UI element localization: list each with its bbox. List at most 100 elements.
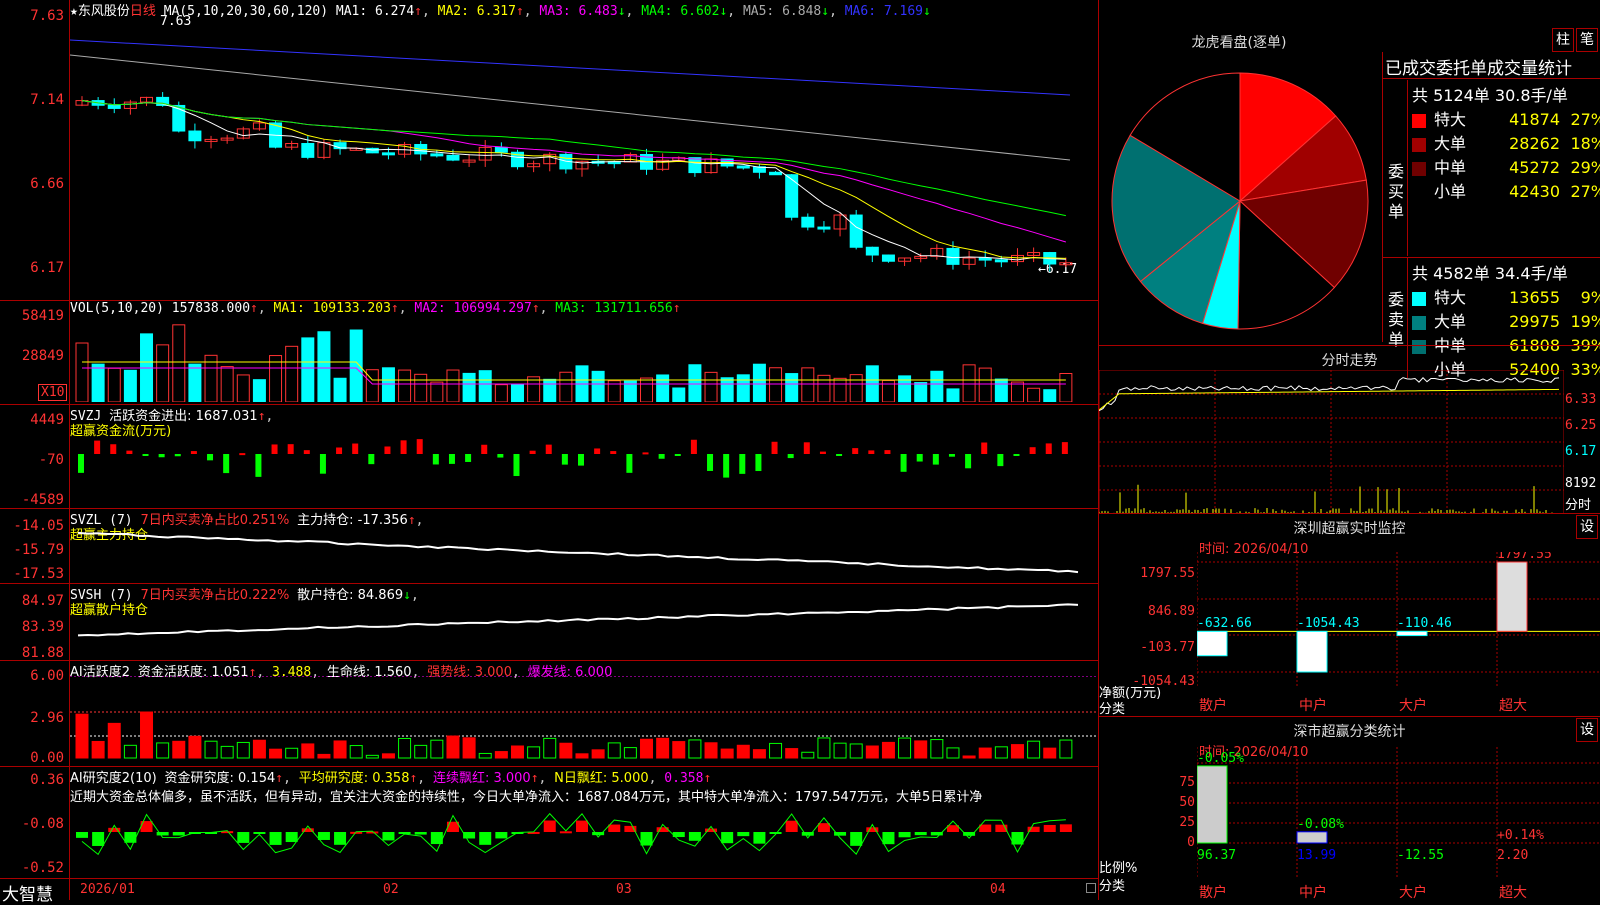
volume-bar: [478, 370, 492, 402]
flow-bar: [287, 444, 294, 454]
lock-icon[interactable]: [1086, 883, 1096, 893]
volume-bar: [752, 363, 766, 402]
research-bar: [1011, 832, 1024, 845]
volume-bar: [978, 367, 992, 402]
volume-bar: [236, 374, 250, 402]
sz-class-axis-label: 50: [1179, 795, 1195, 810]
activity-bar: [946, 747, 960, 759]
volume-chart[interactable]: [70, 316, 1098, 402]
volume-bar: [1027, 387, 1041, 402]
price-axis-label: 7.14: [30, 92, 64, 108]
activity-bar: [462, 737, 476, 759]
sz-class-axis-label: 75: [1179, 775, 1195, 790]
ai-research-panel[interactable]: AI研究度2(10) 资金研究度: 0.154↑, 平均研究度: 0.358↑,…: [0, 766, 1098, 878]
flow-bar: [658, 454, 665, 459]
order-stats: 已成交委托单成交量统计 委买单 共 5124单 30.8手/单 特大 41874 2…: [1382, 52, 1600, 379]
flow-bar: [755, 454, 762, 472]
volume-bar: [414, 373, 428, 402]
research-bar: [285, 832, 298, 843]
research-bar: [1043, 824, 1056, 832]
sz-class-settings-button[interactable]: 设: [1576, 718, 1598, 742]
activity-bar: [510, 745, 524, 759]
activity-bar: [285, 747, 299, 759]
ratio-change-label: +0.14%: [1497, 828, 1544, 843]
minute-axis-label: 6.25: [1565, 418, 1597, 433]
ma5-value: MA5: 6.848: [742, 4, 822, 19]
activity-bar: [1027, 740, 1041, 759]
order-type: 大单: [1434, 134, 1467, 153]
volume-bar: [462, 372, 476, 402]
volume-panel[interactable]: VOL(5,10,20) 157838.000↑, MA1: 109133.20…: [0, 300, 1098, 404]
flow-bar: [1061, 442, 1068, 454]
research-bar: [914, 832, 927, 836]
order-type: 小单: [1434, 182, 1467, 201]
buy-side-label: 委买单: [1387, 162, 1404, 221]
bar-mode-button[interactable]: 柱: [1552, 28, 1574, 52]
stock-name[interactable]: 东风股份: [78, 4, 130, 19]
flow-bar: [1029, 447, 1036, 454]
ai-comment: 近期大资金总体偏多，虽不活跃，但有异动，宜关注大资金的持续性，今日大单净流入：1…: [70, 790, 983, 805]
main-chart-panel[interactable]: ★东风股份日线 MA(5,10,20,30,60,120) MA1: 6.274…: [0, 0, 1098, 300]
ratio-value: 96.37: [1197, 848, 1236, 863]
sz-monitor-chart[interactable]: -632.66 散户 -1054.43 中户 -110.46 大户 1797.55 超大: [1197, 552, 1600, 717]
ai-active-chart[interactable]: [70, 676, 1098, 766]
activity-bar: [769, 742, 783, 759]
category-label: 中户: [1299, 884, 1327, 901]
sz-class-title: 深市超赢分类统计: [1293, 724, 1406, 740]
color-swatch: [1412, 113, 1426, 128]
svzj-panel[interactable]: SVZJ 活跃资金进出: 1687.031↑, 超赢资金流(万元) 4449 -…: [0, 404, 1098, 508]
category-label: 超大: [1499, 698, 1527, 714]
color-swatch: [1412, 315, 1426, 330]
flow-bar: [352, 443, 359, 454]
candle-body: [865, 246, 879, 256]
flow-bar: [174, 454, 181, 457]
research-bar: [237, 832, 250, 843]
ai-active-panel[interactable]: AI活跃度2 资金活跃度: 1.051↑, 3.488, 生命线: 1.560,…: [0, 660, 1098, 766]
volume-bar: [123, 369, 137, 402]
svzl-chart[interactable]: [70, 528, 1098, 583]
activity-bar: [978, 747, 992, 759]
flow-bar: [319, 454, 326, 474]
net-flow-value: 1797.55: [1497, 552, 1552, 562]
minute-panel[interactable]: 分时走势 6.33 6.25 6.17 8192 分时: [1099, 345, 1600, 514]
volume-bar: [656, 374, 670, 402]
svzj-chart[interactable]: [70, 434, 1098, 506]
research-bar: [334, 832, 347, 845]
minute-chart[interactable]: [1099, 370, 1564, 514]
order-row: 中单 45272 29%: [1412, 154, 1600, 178]
ratio-bar: [1197, 765, 1228, 844]
activity-bar: [107, 722, 121, 759]
vol-axis-label: 28849: [21, 348, 64, 364]
category-label: 散户: [1199, 697, 1227, 714]
flow-bar: [465, 454, 472, 462]
candle-body: [188, 130, 202, 142]
svsh-panel[interactable]: SVSH (7) 7日内买卖净占比0.222% 散户持仓: 84.869↓, 超…: [0, 583, 1098, 661]
research-bar: [495, 832, 508, 839]
activity-bar: [1059, 739, 1073, 759]
ai-research-chart[interactable]: [70, 804, 1098, 878]
order-type: 中单: [1434, 158, 1467, 177]
sz-class-xlabel: 分类: [1099, 879, 1126, 894]
ratio-value: 2.20: [1497, 848, 1528, 863]
period-label[interactable]: 日线: [130, 4, 156, 19]
svzj-axis-label: -4589: [21, 492, 64, 508]
research-bar: [753, 832, 766, 844]
tick-mode-button[interactable]: 笔: [1576, 28, 1598, 52]
ratio-change-label: -0.08%: [1297, 817, 1344, 832]
flow-bar: [723, 454, 730, 478]
flow-bar: [852, 448, 859, 454]
volume-bar: [704, 371, 718, 402]
vol-unit-badge: X10: [38, 384, 68, 401]
svzl-panel[interactable]: SVZL (7) 7日内买卖净占比0.251% 主力持仓: -17.356↑, …: [0, 508, 1098, 583]
volume-bar: [527, 376, 541, 402]
activity-bar: [720, 748, 734, 759]
svsh-chart[interactable]: [70, 603, 1098, 660]
date-label: 04: [990, 882, 1006, 897]
ma1-line: [81, 100, 1066, 261]
sz-monitor-settings-button[interactable]: 设: [1576, 515, 1598, 539]
net-flow-value: -110.46: [1397, 616, 1452, 631]
candlestick-chart[interactable]: [70, 20, 1098, 300]
activity-bar: [220, 745, 234, 759]
sz-class-chart[interactable]: -0.05% 96.37 散户 -0.08% 13.99 中户 -12.55 大户 +0.14%…: [1197, 747, 1600, 901]
order-pie-chart[interactable]: [1109, 66, 1371, 336]
